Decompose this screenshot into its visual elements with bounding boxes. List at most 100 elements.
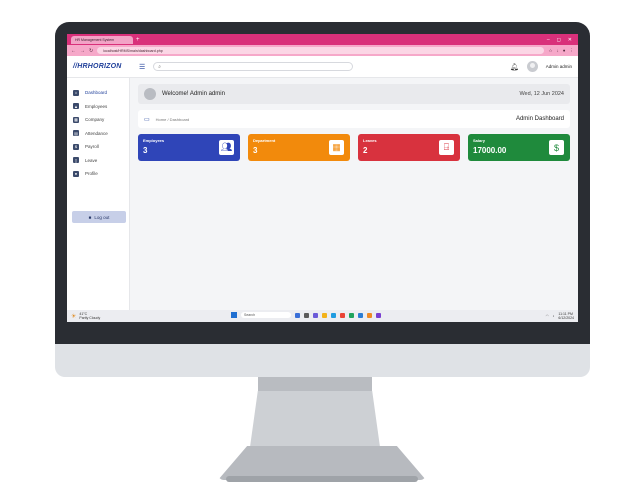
salary-card[interactable]: Salary 17000.00 $ (468, 134, 570, 161)
logout-icon: ■ (88, 214, 92, 220)
sidebar-item-dashboard[interactable]: ⌂ Dashboard (67, 86, 129, 100)
window-controls: – ◻ ✕ (547, 37, 578, 43)
app-header: //HRHORIZON ☰ ⌕ 🔔︎ Admin admin (67, 56, 578, 78)
sidebar-item-label: Profile (85, 171, 98, 177)
forward-icon[interactable]: → (80, 48, 85, 54)
windows-start-icon[interactable] (231, 312, 237, 318)
taskbar-apps: Search (231, 312, 381, 318)
page-title: Admin Dashboard (515, 116, 564, 122)
breadcrumb-bar: ▭ Home / Dashboard Admin Dashboard (138, 110, 570, 128)
main-content: Welcome! Admin admin Wed, 12 Jun 2024 ▭ … (130, 78, 578, 310)
sidebar-item-profile[interactable]: ● Profile (67, 167, 129, 181)
store-icon[interactable] (349, 312, 354, 318)
reload-icon[interactable]: ↻ (89, 48, 93, 54)
more-icon[interactable]: ⋮ (570, 48, 575, 54)
app-icon-2[interactable] (376, 312, 381, 318)
taskbar-search[interactable]: Search (241, 312, 291, 318)
salary-icon: $ (549, 140, 564, 155)
taskbar-search-label: Search (244, 313, 256, 317)
task-view-icon[interactable] (295, 312, 300, 318)
stand-base (218, 446, 426, 480)
sidebar-item-label: Dashboard (85, 90, 108, 96)
stand-neck (250, 391, 380, 447)
hamburger-menu-icon[interactable]: ☰ (139, 63, 145, 71)
header-right: 🔔︎ Admin admin (510, 61, 572, 72)
sidebar-item-leave[interactable]: ▯ Leave (67, 154, 129, 168)
close-button[interactable]: ✕ (568, 37, 572, 43)
breadcrumb[interactable]: Home / Dashboard (156, 117, 190, 122)
monitor-illustration: HR Management System + – ◻ ✕ ← → ↻ local… (0, 0, 633, 500)
browser-tab[interactable]: HR Management System (71, 35, 133, 44)
chrome-icon[interactable] (340, 312, 345, 318)
person-icon: ● (73, 170, 79, 177)
sidebar-item-label: Company (85, 117, 105, 123)
welcome-avatar (144, 88, 156, 100)
new-tab-button[interactable]: + (136, 37, 140, 43)
url-text: localhost/HRMS/main/dashboard.php (103, 48, 163, 53)
sidebar-item-label: Attendance (85, 130, 108, 136)
url-field[interactable]: localhost/HRMS/main/dashboard.php (97, 47, 545, 54)
admin-avatar[interactable] (526, 61, 538, 72)
vscode-icon[interactable] (358, 312, 363, 318)
file-explorer-icon[interactable] (322, 312, 327, 318)
download-icon[interactable]: ↓ (557, 48, 559, 54)
notification-bell-icon[interactable]: 🔔︎ (510, 63, 519, 71)
browser-tab-bar: HR Management System + – ◻ ✕ (67, 34, 578, 45)
app-body: ⌂ Dashboard ▲ Employees ▦ Company ▤ Attendan… (67, 78, 578, 310)
stand-base-shadow (226, 476, 418, 482)
weather-widget[interactable]: ☀ 41°C Partly Cloudy (71, 312, 100, 320)
app-icon[interactable] (367, 312, 372, 318)
widgets-icon[interactable] (304, 312, 309, 318)
profile-icon[interactable]: ● (563, 48, 566, 54)
sidebar-item-company[interactable]: ▦ Company (67, 113, 129, 127)
money-icon: $ (73, 143, 79, 150)
maximize-button[interactable]: ◻ (557, 37, 561, 43)
welcome-text: Welcome! Admin admin (162, 91, 225, 97)
browser-address-bar: ← → ↻ localhost/HRMS/main/dashboard.php … (67, 45, 578, 56)
employees-icon: 👥︎ (219, 140, 234, 155)
stat-cards: Employees 3 👥︎ Department 3 ▦ Leaves 2 ⍈ (138, 134, 570, 161)
wifi-icon[interactable]: ◠ (546, 314, 549, 318)
logout-label: Log out (94, 214, 110, 220)
door-icon: ▯ (73, 157, 79, 164)
employees-card[interactable]: Employees 3 👥︎ (138, 134, 240, 161)
calendar-icon: ▤ (73, 130, 79, 137)
sidebar-item-label: Leave (85, 157, 98, 163)
minimize-button[interactable]: – (547, 37, 550, 43)
users-icon: ▲ (73, 103, 79, 110)
back-icon[interactable]: ← (71, 48, 76, 54)
leaves-card[interactable]: Leaves 2 ⍈ (358, 134, 460, 161)
settings-icon[interactable] (313, 312, 318, 318)
department-icon: ▦ (329, 140, 344, 155)
sidebar-item-employees[interactable]: ▲ Employees (67, 100, 129, 114)
weather-desc: Partly Cloudy (79, 316, 101, 320)
volume-icon[interactable]: ♪ (553, 314, 555, 318)
screen: HR Management System + – ◻ ✕ ← → ↻ local… (67, 34, 578, 322)
sidebar-item-label: Payroll (85, 144, 99, 150)
logout-button[interactable]: ■ Log out (72, 211, 126, 223)
leave-icon: ⍈ (439, 140, 454, 155)
clock-date[interactable]: 6/12/2024 (558, 316, 574, 320)
welcome-bar: Welcome! Admin admin Wed, 12 Jun 2024 (138, 84, 570, 104)
monitor-chin (55, 344, 590, 377)
building-icon: ▦ (73, 116, 79, 123)
sidebar-item-payroll[interactable]: $ Payroll (67, 140, 129, 154)
monitor-icon: ▭ (144, 116, 150, 123)
admin-name[interactable]: Admin admin (546, 64, 572, 69)
sun-cloud-icon: ☀ (71, 313, 77, 320)
tab-title: HR Management System (75, 37, 115, 42)
app-logo[interactable]: //HRHORIZON (73, 63, 137, 70)
search-icon: ⌕ (158, 63, 162, 70)
star-icon[interactable]: ☆ (548, 48, 552, 54)
os-taskbar: ☀ 41°C Partly Cloudy Search ◠ ♪ 11:11 PM… (67, 310, 578, 322)
browser-toolbar-icons: ☆ ↓ ● ⋮ (548, 48, 574, 54)
sidebar: ⌂ Dashboard ▲ Employees ▦ Company ▤ Attendan… (67, 78, 130, 310)
sidebar-item-attendance[interactable]: ▤ Attendance (67, 127, 129, 141)
home-icon: ⌂ (73, 89, 79, 96)
stand-neck-top (258, 377, 372, 391)
system-tray: ◠ ♪ 11:11 PM 6/12/2024 (546, 312, 574, 320)
search-input[interactable]: ⌕ (153, 62, 354, 71)
department-card[interactable]: Department 3 ▦ (248, 134, 350, 161)
current-date: Wed, 12 Jun 2024 (519, 91, 564, 97)
edge-icon[interactable] (331, 312, 336, 318)
